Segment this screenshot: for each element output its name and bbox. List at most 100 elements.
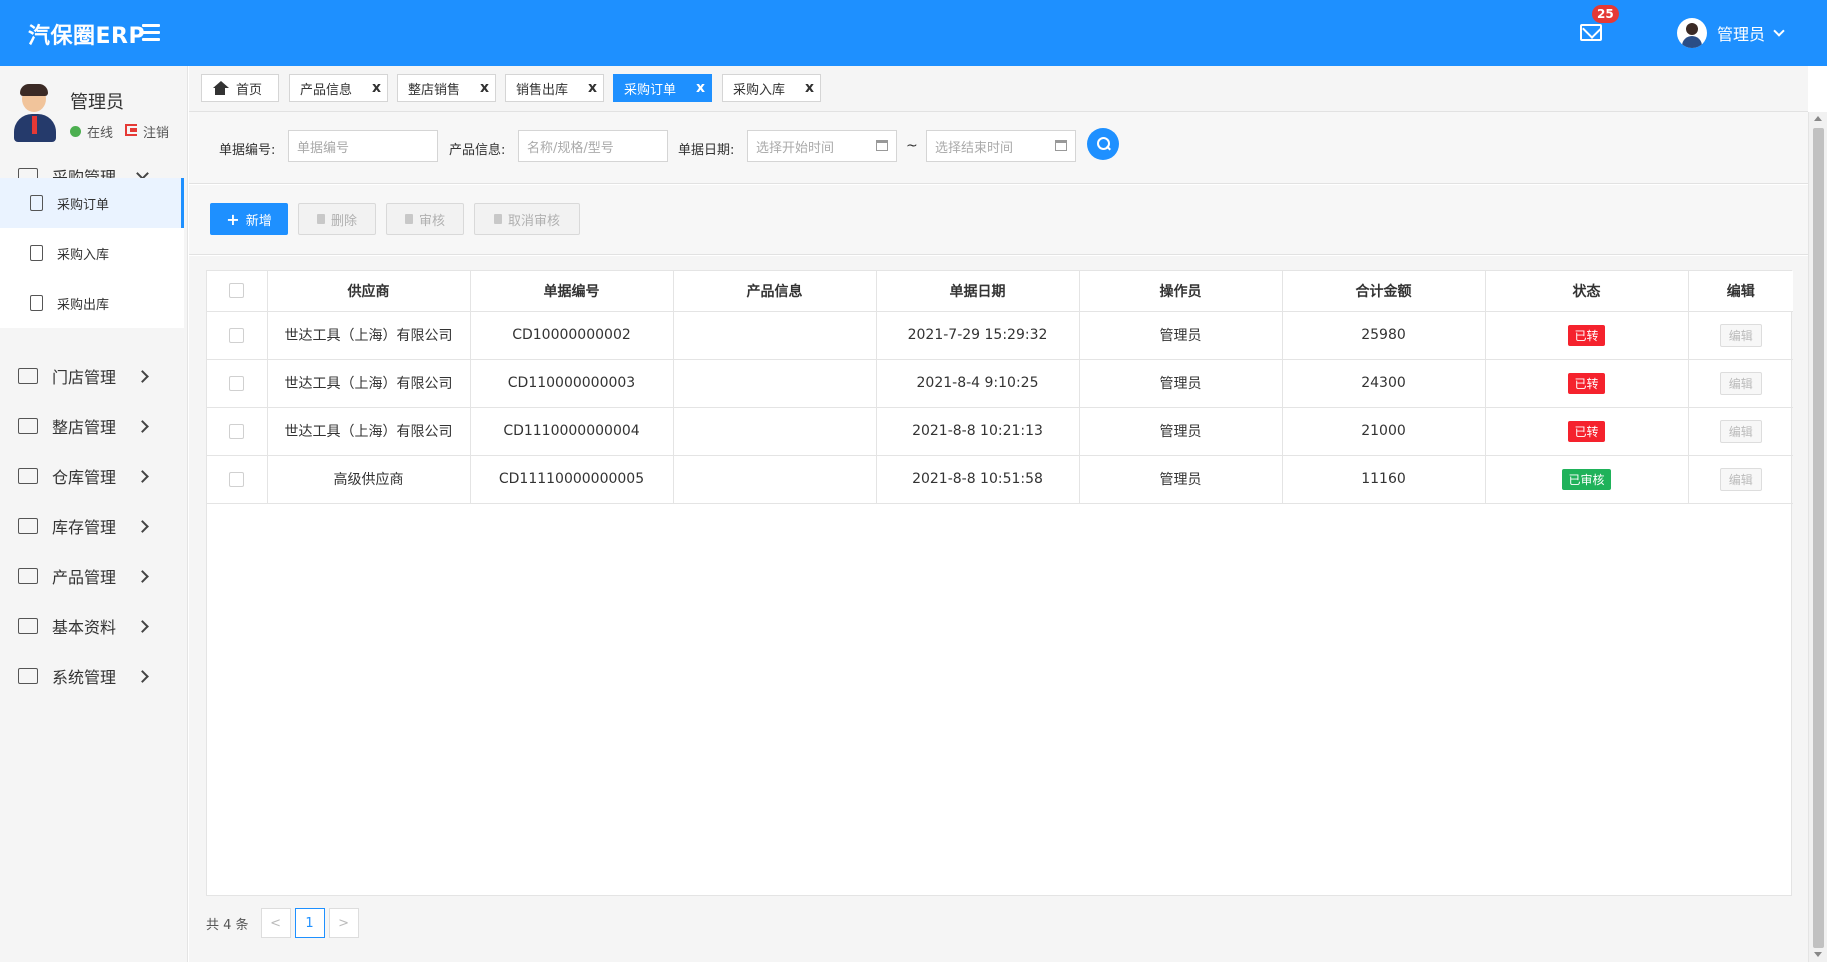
operator-cell: 管理员 bbox=[1079, 455, 1283, 504]
table-row[interactable]: 世达工具（上海）有限公司 CD1110000000004 2021-8-8 10… bbox=[207, 407, 1793, 456]
tab-purchase-order[interactable]: 采购订单 x bbox=[613, 74, 712, 102]
user-menu[interactable]: 管理员 bbox=[1677, 18, 1785, 48]
date-range-separator: ~ bbox=[906, 138, 918, 154]
top-user-name: 管理员 bbox=[1717, 25, 1766, 44]
gear-icon bbox=[18, 668, 38, 684]
tab-label: 采购入库 bbox=[733, 82, 786, 98]
sidebar-item-system[interactable]: 系统管理 bbox=[0, 656, 188, 696]
sidebar-subitem-purchase-in[interactable]: 采购入库 bbox=[0, 228, 184, 278]
edit-button[interactable]: 编辑 bbox=[1719, 371, 1762, 395]
delete-button[interactable]: 删除 bbox=[298, 203, 376, 235]
chevron-right-icon bbox=[136, 469, 149, 483]
edit-button[interactable]: 编辑 bbox=[1719, 419, 1762, 443]
column-header: 产品信息 bbox=[673, 271, 877, 312]
scroll-down-icon[interactable] bbox=[1814, 952, 1822, 957]
end-date-input[interactable]: 选择结束时间 bbox=[926, 130, 1076, 162]
audit-button[interactable]: 审核 bbox=[386, 203, 464, 235]
close-icon[interactable]: x bbox=[372, 80, 381, 96]
chevron-right-icon bbox=[136, 669, 149, 683]
product-info-label: 产品信息: bbox=[449, 143, 506, 158]
sidebar-item-label: 整店管理 bbox=[52, 418, 117, 437]
calendar-icon bbox=[1055, 140, 1067, 151]
calendar-icon bbox=[876, 140, 888, 151]
mail-icon[interactable] bbox=[1580, 24, 1602, 41]
cancel-audit-button[interactable]: 取消审核 bbox=[474, 203, 580, 235]
table-header: 供应商 单据编号 产品信息 单据日期 操作员 合计金额 状态 编辑 bbox=[207, 271, 1793, 312]
document-icon bbox=[30, 245, 43, 261]
close-icon[interactable]: x bbox=[480, 80, 489, 96]
toolbar: + 新增 删除 审核 取消审核 bbox=[189, 185, 1808, 255]
supplier-cell: 世达工具（上海）有限公司 bbox=[267, 359, 471, 408]
table-row[interactable]: 高级供应商 CD11110000000005 2021-8-8 10:51:58… bbox=[207, 455, 1793, 504]
order-no-input[interactable]: 单据编号 bbox=[288, 130, 438, 162]
sidebar-item-label: 门店管理 bbox=[52, 368, 117, 387]
online-status-icon bbox=[70, 126, 81, 137]
close-icon[interactable]: x bbox=[696, 80, 705, 96]
row-checkbox[interactable] bbox=[229, 423, 245, 439]
column-header: 单据编号 bbox=[470, 271, 674, 312]
vertical-scrollbar[interactable] bbox=[1808, 112, 1827, 962]
home-icon bbox=[212, 81, 229, 95]
tab-home[interactable]: 首页 bbox=[201, 74, 279, 102]
pagination: 共 4 条 < 1 > bbox=[206, 906, 363, 940]
amount-cell: 21000 bbox=[1282, 407, 1486, 456]
add-button[interactable]: + 新增 bbox=[210, 203, 288, 235]
plus-icon: + bbox=[226, 209, 240, 229]
tab-label: 产品信息 bbox=[300, 82, 353, 98]
gift-icon bbox=[18, 518, 38, 534]
date-cell: 2021-8-8 10:21:13 bbox=[876, 407, 1080, 456]
sidebar-item-inventory[interactable]: 库存管理 bbox=[0, 506, 188, 546]
scrollbar-thumb[interactable] bbox=[1813, 128, 1824, 948]
next-page-button[interactable]: > bbox=[328, 908, 359, 938]
start-date-input[interactable]: 选择开始时间 bbox=[747, 130, 897, 162]
column-header: 单据日期 bbox=[876, 271, 1080, 312]
pagination-total: 共 4 条 bbox=[206, 917, 249, 933]
cancel-audit-button-label: 取消审核 bbox=[507, 213, 560, 229]
chevron-right-icon bbox=[136, 419, 149, 433]
logout-link[interactable]: 注销 bbox=[143, 122, 169, 141]
select-all-cell[interactable] bbox=[207, 271, 268, 312]
edit-button[interactable]: 编辑 bbox=[1719, 467, 1762, 491]
column-header: 操作员 bbox=[1079, 271, 1283, 312]
page-1-button[interactable]: 1 bbox=[294, 908, 325, 938]
trash-icon bbox=[316, 214, 325, 224]
hammer-icon bbox=[404, 214, 413, 224]
sidebar-item-basic-data[interactable]: 基本资料 bbox=[0, 606, 188, 646]
chevron-right-icon bbox=[136, 569, 149, 583]
delete-button-label: 删除 bbox=[330, 213, 357, 229]
tab-sales-out[interactable]: 销售出库 x bbox=[505, 74, 604, 102]
menu-toggle-icon[interactable] bbox=[142, 24, 160, 41]
tab-purchase-in[interactable]: 采购入库 x bbox=[722, 74, 821, 102]
table-row[interactable]: 世达工具（上海）有限公司 CD110000000003 2021-8-4 9:1… bbox=[207, 359, 1793, 408]
sidebar-subitem-label: 采购出库 bbox=[57, 297, 110, 313]
close-icon[interactable]: x bbox=[588, 80, 597, 96]
edit-button[interactable]: 编辑 bbox=[1719, 323, 1762, 347]
sidebar-item-store[interactable]: 门店管理 bbox=[0, 356, 188, 396]
row-checkbox[interactable] bbox=[229, 327, 245, 343]
tab-product-info[interactable]: 产品信息 x bbox=[289, 74, 388, 102]
table-row[interactable]: 世达工具（上海）有限公司 CD10000000002 2021-7-29 15:… bbox=[207, 311, 1793, 360]
map-icon bbox=[18, 418, 38, 434]
scroll-up-icon[interactable] bbox=[1814, 116, 1822, 121]
logout-icon[interactable] bbox=[125, 124, 137, 136]
amount-cell: 11160 bbox=[1282, 455, 1486, 504]
select-all-checkbox[interactable] bbox=[229, 283, 245, 299]
prev-page-button[interactable]: < bbox=[260, 908, 291, 938]
product-info-input[interactable]: 名称/规格/型号 bbox=[518, 130, 668, 162]
sidebar-item-warehouse[interactable]: 仓库管理 bbox=[0, 456, 188, 496]
product-cell bbox=[673, 407, 877, 456]
sidebar-item-product[interactable]: 产品管理 bbox=[0, 556, 188, 596]
row-checkbox[interactable] bbox=[229, 471, 245, 487]
search-button[interactable] bbox=[1087, 128, 1119, 160]
sidebar-item-whole-store[interactable]: 整店管理 bbox=[0, 406, 188, 446]
start-date-placeholder: 选择开始时间 bbox=[756, 140, 835, 156]
close-icon[interactable]: x bbox=[805, 80, 814, 96]
notification-badge: 25 bbox=[1592, 5, 1619, 23]
sidebar-subitem-purchase-out[interactable]: 采购出库 bbox=[0, 278, 184, 328]
sidebar-subitem-purchase-order[interactable]: 采购订单 bbox=[0, 178, 184, 228]
tab-whole-store-sales[interactable]: 整店销售 x bbox=[397, 74, 496, 102]
briefcase-icon bbox=[18, 368, 38, 384]
product-cell bbox=[673, 359, 877, 408]
row-checkbox[interactable] bbox=[229, 375, 245, 391]
app-logo[interactable]: 汽保圈ERP bbox=[28, 18, 145, 50]
